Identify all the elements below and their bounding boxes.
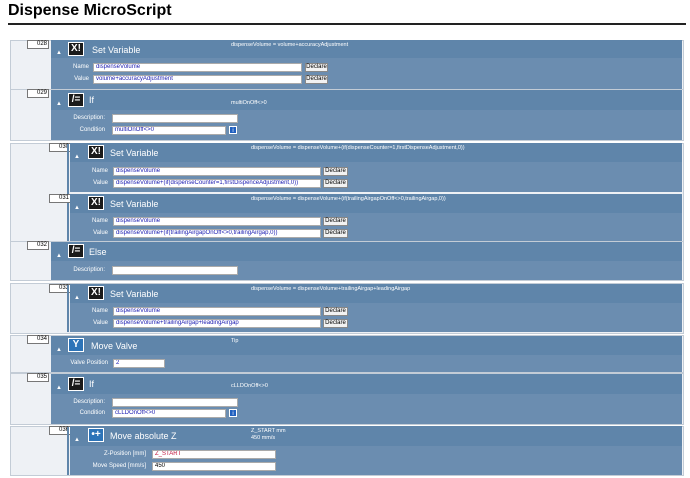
step-title: Set Variable — [110, 289, 159, 299]
value-label: Value — [93, 230, 108, 236]
step-summary: dispenseVolume = volume+accuracyAdjustme… — [231, 42, 349, 48]
valve-position-input[interactable]: 2 — [113, 359, 165, 368]
title-divider — [8, 23, 686, 25]
condition-label: Condition — [79, 127, 105, 133]
step-summary: Tip — [231, 338, 239, 344]
move-speed-input[interactable]: 450 — [152, 462, 276, 471]
move-speed-label: Move Speed [mm/s] — [92, 463, 146, 469]
if-icon: /= — [68, 377, 84, 391]
valve-position-label: Valve Position — [70, 360, 108, 366]
declare-button[interactable]: Declare — [323, 307, 348, 316]
name-input[interactable]: dispenseVolume — [113, 217, 321, 226]
declare-button[interactable]: Declare — [323, 319, 348, 328]
collapse-icon[interactable]: ▲ — [74, 205, 81, 212]
step-header[interactable] — [51, 374, 682, 394]
description-input[interactable] — [112, 266, 238, 275]
name-label: Name — [91, 308, 108, 314]
description-label: Description: — [73, 267, 105, 273]
name-label: Name — [72, 64, 89, 70]
info-icon[interactable]: i — [229, 126, 237, 134]
declare-button[interactable]: Declare — [323, 167, 348, 176]
step-title: Set Variable — [110, 148, 159, 158]
step-header[interactable] — [51, 40, 682, 58]
collapse-icon[interactable]: ▲ — [74, 154, 81, 161]
valve-icon: Y — [68, 338, 84, 352]
step-number[interactable]: 034 — [27, 335, 49, 344]
step-title: Set Variable — [92, 45, 141, 55]
collapse-icon[interactable]: ▲ — [56, 347, 63, 354]
step-title: Move Valve — [91, 341, 138, 351]
condition-label: Condition — [79, 410, 105, 416]
condition-input[interactable]: cLLDOnOff<>0 — [112, 409, 226, 418]
move-z-icon: •+ — [88, 428, 104, 442]
name-label: Name — [91, 218, 108, 224]
description-label: Description: — [73, 115, 105, 121]
step-header[interactable] — [51, 336, 682, 355]
step-title: If — [89, 379, 95, 389]
value-input[interactable]: dispenseVolume+(if(dispenseCounter=1,fir… — [113, 179, 321, 188]
step-number[interactable]: 029 — [27, 89, 49, 98]
tree-line — [67, 285, 69, 332]
step-summary: dispenseVolume = dispenseVolume+trailing… — [251, 286, 411, 292]
collapse-icon[interactable]: ▲ — [56, 253, 63, 260]
declare-button[interactable]: Declare — [323, 179, 348, 188]
step-summary: Z_START mm 450 mm/s — [251, 428, 286, 441]
z-position-label: Z-Position [mm] — [103, 451, 146, 457]
description-input[interactable] — [112, 114, 238, 123]
step-summary: dispenseVolume = dispenseVolume+(if(disp… — [251, 145, 465, 151]
tree-line — [67, 427, 69, 475]
name-input[interactable]: dispenseVolume — [113, 307, 321, 316]
step-number[interactable]: 031 — [49, 194, 71, 203]
name-input[interactable]: dispenseVolume — [93, 63, 302, 72]
info-icon[interactable]: i — [229, 409, 237, 417]
set-variable-icon: X! — [88, 196, 104, 210]
value-input[interactable]: dispenseVolume+trailingAirgap+leadingAir… — [113, 319, 321, 328]
step-summary: cLLDOnOff<>0 — [231, 383, 268, 389]
else-icon: /= — [68, 244, 84, 258]
value-input[interactable]: dispenseVolume+(if(trailingAirgapOnOff<>… — [113, 229, 321, 238]
name-label: Name — [91, 168, 108, 174]
value-label: Value — [74, 76, 89, 82]
value-input[interactable]: volume+accuracyAdjustment — [93, 75, 302, 84]
z-position-input[interactable]: Z_START — [152, 450, 276, 459]
step-header[interactable] — [51, 90, 682, 110]
page-title: Dispense MicroScript — [8, 2, 172, 19]
set-variable-icon: X! — [88, 286, 104, 300]
description-label: Description: — [73, 399, 105, 405]
description-input[interactable] — [112, 398, 238, 407]
declare-button[interactable]: Declare — [323, 229, 348, 238]
step-header[interactable] — [51, 242, 682, 261]
step-title: Set Variable — [110, 199, 159, 209]
step-title: If — [89, 95, 95, 105]
collapse-icon[interactable]: ▲ — [74, 437, 81, 444]
value-label: Value — [93, 180, 108, 186]
declare-button[interactable]: Declare — [305, 75, 328, 84]
collapse-icon[interactable]: ▲ — [56, 101, 63, 108]
declare-button[interactable]: Declare — [305, 63, 328, 72]
condition-input[interactable]: multiOnOff<>0 — [112, 126, 226, 135]
step-number[interactable]: 032 — [27, 241, 49, 250]
collapse-icon[interactable]: ▲ — [56, 385, 63, 392]
step-summary: dispenseVolume = dispenseVolume+(if(trai… — [251, 196, 446, 202]
collapse-icon[interactable]: ▲ — [74, 295, 81, 302]
declare-button[interactable]: Declare — [323, 217, 348, 226]
collapse-icon[interactable]: ▲ — [56, 50, 63, 57]
step-number[interactable]: 028 — [27, 40, 49, 49]
set-variable-icon: X! — [68, 42, 84, 56]
set-variable-icon: X! — [88, 145, 104, 159]
name-input[interactable]: dispenseVolume — [113, 167, 321, 176]
step-number[interactable]: 035 — [27, 373, 49, 382]
step-summary: multiOnOff<>0 — [231, 100, 267, 106]
value-label: Value — [93, 320, 108, 326]
step-title: Move absolute Z — [110, 431, 177, 441]
if-icon: /= — [68, 93, 84, 107]
step-title: Else — [89, 247, 107, 257]
